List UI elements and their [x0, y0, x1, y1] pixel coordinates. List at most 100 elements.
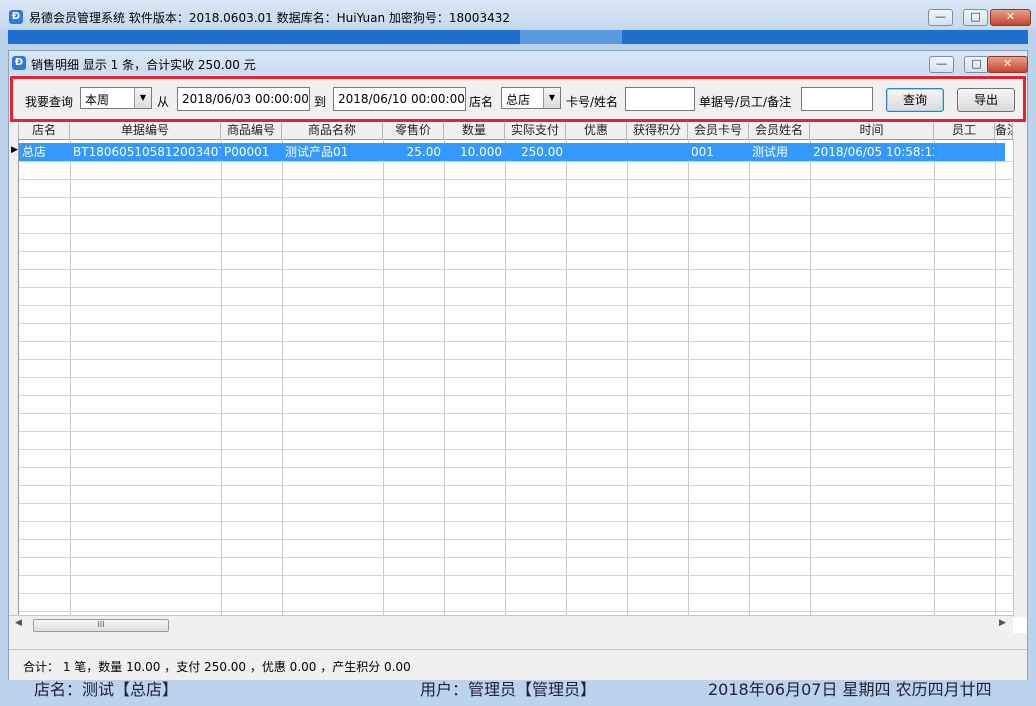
app-logo-icon: Ð — [9, 10, 23, 24]
column-header[interactable]: 单据编号 — [70, 123, 221, 139]
column-header[interactable]: 实际支付 — [505, 123, 566, 139]
status-bar: 店名：测试【总店】 用户：管理员【管理员】 2018年06月07日 星期四 农历… — [0, 680, 1036, 706]
from-date-field[interactable]: 2018/06/03 00:00:00 — [177, 87, 310, 111]
grid-row-line — [19, 215, 1019, 216]
sales-grid[interactable]: 店名 单据编号 商品编号 商品名称 零售价 数量 实际支付 优惠 获得积分 会员… — [9, 123, 1027, 633]
chevron-down-icon[interactable]: ▼ — [543, 88, 560, 108]
child-close-button[interactable]: ✕ — [987, 56, 1028, 73]
export-button[interactable]: 导出 — [957, 88, 1015, 112]
grid-row-line — [19, 377, 1019, 378]
chevron-down-icon[interactable]: ▼ — [134, 88, 151, 108]
period-select[interactable]: 本周 ▼ — [80, 87, 152, 109]
grid-row-line — [19, 503, 1019, 504]
grid-row-line — [19, 341, 1019, 342]
grid-row-line — [19, 521, 1019, 522]
grid-header: 店名 单据编号 商品编号 商品名称 零售价 数量 实际支付 优惠 获得积分 会员… — [9, 123, 1027, 140]
grid-row-line — [19, 359, 1019, 360]
grid-row-line — [19, 233, 1019, 234]
row-indicator-header — [9, 123, 19, 139]
child-minimize-button[interactable]: — — [929, 56, 954, 73]
grid-row-line — [19, 161, 1019, 162]
main-window-title: 易德会员管理系统 软件版本：2018.0603.01 数据库名：HuiYuan … — [29, 11, 510, 25]
store-select[interactable]: 总店 ▼ — [501, 87, 561, 109]
cell-time: 2018/06/05 10:58:12 — [813, 145, 934, 159]
cell-product-code: P00001 — [224, 145, 270, 159]
cell-discount — [566, 144, 627, 160]
grid-row-line — [19, 485, 1019, 486]
cell-points — [627, 144, 688, 160]
status-user: 用户：管理员【管理员】 — [420, 680, 597, 699]
cell-paid: 250.00 — [521, 145, 563, 159]
column-header[interactable]: 数量 — [444, 123, 505, 139]
cell-quantity: 10.000 — [460, 145, 502, 159]
grid-row-line — [19, 449, 1019, 450]
vertical-scrollbar[interactable] — [1013, 139, 1027, 617]
status-store: 店名：测试【总店】 — [34, 680, 179, 699]
grid-row-line — [19, 287, 1019, 288]
grid-row-line — [19, 251, 1019, 252]
column-header[interactable]: 商品编号 — [221, 123, 282, 139]
query-toolbar: 我要查询 本周 ▼ 从 2018/06/03 00:00:00 到 2018/0… — [9, 75, 1027, 123]
row-indicator-column — [9, 139, 19, 615]
summary-bar: 合计： 1 笔，数量 10.00 ，支付 250.00 ，优惠 0.00 ，产生… — [9, 649, 1027, 680]
grid-row-line — [19, 575, 1019, 576]
sales-detail-window: Ð 销售明细 显示 1 条，合计实收 250.00 元 — □ ✕ 我要查询 本… — [8, 50, 1028, 680]
column-header[interactable]: 店名 — [19, 123, 70, 139]
grid-row-line — [19, 467, 1019, 468]
main-maximize-button[interactable]: □ — [963, 9, 988, 26]
from-label: 从 — [157, 95, 170, 109]
sales-detail-title-bar[interactable]: Ð 销售明细 显示 1 条，合计实收 250.00 元 — □ ✕ — [9, 51, 1028, 75]
grid-row-line — [19, 593, 1019, 594]
store-label: 店名 — [469, 95, 494, 109]
sales-detail-title: 销售明细 显示 1 条，合计实收 250.00 元 — [31, 58, 256, 72]
grid-row-line — [19, 557, 1019, 558]
card-label: 卡号/姓名 — [566, 95, 619, 109]
grid-row-line — [19, 395, 1019, 396]
menu-strip-highlight — [520, 30, 622, 44]
card-name-input[interactable] — [625, 87, 695, 111]
grid-row-line — [19, 539, 1019, 540]
query-label: 我要查询 — [25, 95, 74, 109]
column-header[interactable]: 备注 — [995, 123, 1013, 139]
column-header[interactable]: 商品名称 — [282, 123, 383, 139]
scroll-right-icon[interactable]: ▶ — [999, 618, 1006, 628]
cell-store: 总店 — [22, 145, 47, 159]
grid-row-line — [19, 305, 1019, 306]
column-header[interactable]: 优惠 — [566, 123, 627, 139]
main-title-bar[interactable]: Ð 易德会员管理系统 软件版本：2018.0603.01 数据库名：HuiYua… — [0, 0, 1036, 30]
column-header[interactable]: 时间 — [810, 123, 934, 139]
column-header[interactable]: 员工 — [934, 123, 995, 139]
window-logo-icon: Ð — [12, 56, 26, 70]
store-select-value: 总店 — [506, 93, 531, 107]
current-row-arrow-icon: ▶ — [11, 145, 18, 155]
column-header[interactable]: 会员卡号 — [688, 123, 749, 139]
cell-member-name: 测试用 — [752, 145, 789, 159]
cell-bill-no: BT180605105812003407 — [73, 145, 221, 159]
summary-text: 合计： 1 笔，数量 10.00 ，支付 250.00 ，优惠 0.00 ，产生… — [23, 660, 411, 674]
column-header[interactable]: 会员姓名 — [749, 123, 810, 139]
main-minimize-button[interactable]: — — [928, 9, 953, 26]
grid-row-line — [19, 197, 1019, 198]
main-close-button[interactable]: ✕ — [990, 9, 1031, 26]
grid-row-line — [19, 431, 1019, 432]
scroll-thumb[interactable]: III — [33, 619, 169, 632]
query-button[interactable]: 查询 — [886, 88, 944, 112]
horizontal-scrollbar[interactable]: ◀ III ▶ — [9, 615, 1013, 633]
to-label: 到 — [314, 95, 327, 109]
menu-strip — [8, 30, 1028, 44]
main-window: Ð 易德会员管理系统 软件版本：2018.0603.01 数据库名：HuiYua… — [0, 0, 1036, 706]
column-header[interactable]: 获得积分 — [627, 123, 688, 139]
grid-row-line — [19, 611, 1019, 612]
grid-row-line — [19, 413, 1019, 414]
memo-label: 单据号/员工/备注 — [699, 95, 792, 109]
grid-row-line — [19, 323, 1019, 324]
to-date-field[interactable]: 2018/06/10 00:00:00 — [333, 87, 466, 111]
scroll-left-icon[interactable]: ◀ — [15, 618, 22, 628]
memo-input[interactable] — [801, 87, 873, 111]
grid-row-line — [19, 179, 1019, 180]
period-select-value: 本周 — [85, 93, 110, 107]
cell-staff — [934, 144, 995, 160]
column-header[interactable]: 零售价 — [383, 123, 444, 139]
status-date: 2018年06月07日 星期四 农历四月廿四 — [708, 680, 992, 699]
child-maximize-button[interactable]: □ — [964, 56, 989, 73]
